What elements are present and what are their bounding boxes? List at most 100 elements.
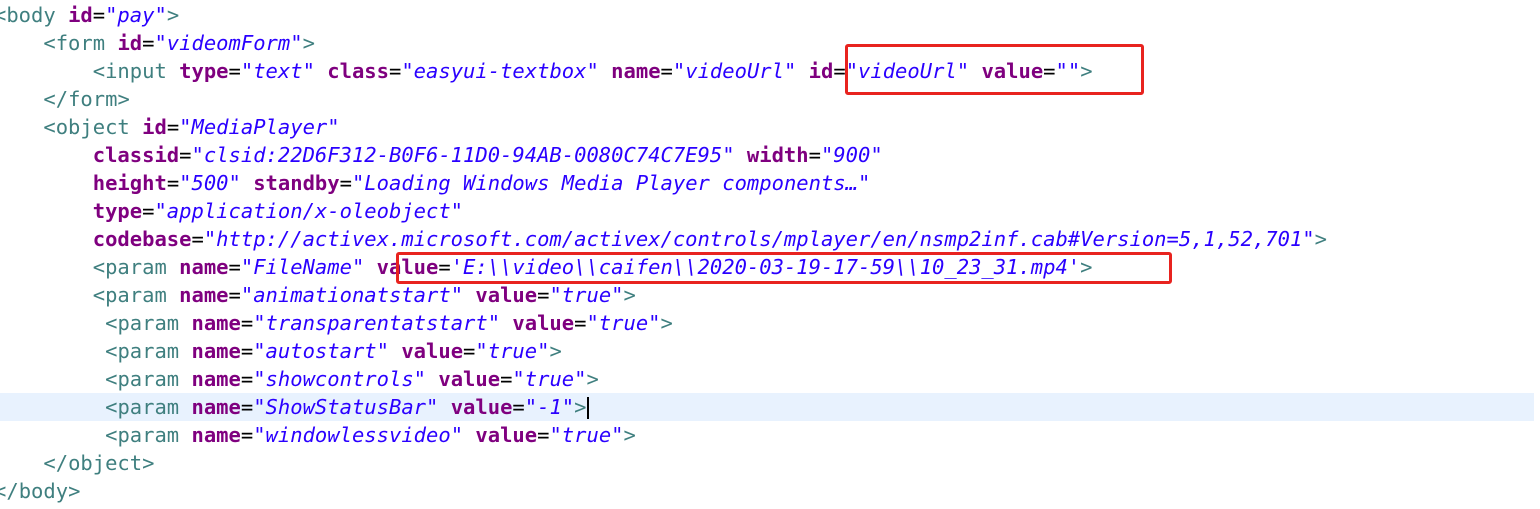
tag-delimiter: < <box>43 31 56 55</box>
code-line[interactable]: <param name="windowlessvideo" value="tru… <box>0 421 1534 449</box>
code-line[interactable]: <param name="FileName" value='E:\\video\… <box>0 253 1534 281</box>
attribute-name: id <box>68 3 93 27</box>
code-line-current[interactable]: <param name="ShowStatusBar" value="-1"> <box>0 393 1534 421</box>
attribute-name: value <box>475 423 538 447</box>
equals-sign: = <box>179 143 192 167</box>
code-line[interactable]: </body> <box>0 477 1534 505</box>
attribute-value: "transparentatstart" <box>253 311 501 335</box>
code-editor[interactable]: <body id="pay"> <form id="videomForm"> <… <box>0 0 1534 509</box>
attribute-name: name <box>191 311 241 335</box>
equals-sign: = <box>500 367 513 391</box>
attribute-name: class <box>327 59 389 83</box>
tag-name: body <box>18 479 69 503</box>
attribute-name: width <box>746 143 809 167</box>
attribute-name: classid <box>92 143 180 167</box>
attribute-value: "videoUrl" <box>845 59 970 83</box>
code-line[interactable]: <param name="showcontrols" value="true"> <box>0 365 1534 393</box>
code-line[interactable]: <param name="autostart" value="true"> <box>0 337 1534 365</box>
code-line[interactable]: <form id="videomForm"> <box>0 29 1534 57</box>
equals-sign: = <box>228 283 241 307</box>
tag-name: form <box>55 31 106 55</box>
code-line[interactable]: </object> <box>0 449 1534 477</box>
tag-name: object <box>55 115 130 139</box>
equals-sign: = <box>92 3 106 27</box>
attribute-value: "Loading Windows Media Player components… <box>351 171 871 195</box>
tag-delimiter: < <box>92 59 106 83</box>
tag-name: param <box>117 339 180 363</box>
tag-delimiter: > <box>166 3 180 27</box>
tag-delimiter: > <box>1080 255 1093 279</box>
code-line[interactable]: <body id="pay"> <box>0 1 1534 29</box>
equals-sign: = <box>228 59 241 83</box>
attribute-value: "true" <box>549 423 624 447</box>
tag-delimiter: > <box>1080 59 1093 83</box>
attribute-name: id <box>117 31 143 55</box>
tag-name: form <box>68 87 118 111</box>
attribute-name: name <box>179 255 229 279</box>
tag-delimiter: > <box>68 479 81 503</box>
attribute-name: name <box>191 395 241 419</box>
tag-name: param <box>117 395 180 419</box>
tag-delimiter: < <box>105 311 118 335</box>
code-line[interactable]: <param name="animationatstart" value="tr… <box>0 281 1534 309</box>
code-line[interactable]: codebase="http://activex.microsoft.com/a… <box>0 225 1534 253</box>
tag-delimiter: </ <box>43 451 69 475</box>
equals-sign: = <box>389 59 402 83</box>
attribute-name: type <box>179 59 229 83</box>
equals-sign: = <box>537 283 550 307</box>
code-line[interactable]: height="500" standby="Loading Windows Me… <box>0 169 1534 197</box>
attribute-name: id <box>808 59 834 83</box>
attribute-name: value <box>450 395 513 419</box>
text-cursor <box>587 397 590 419</box>
attribute-value: "true" <box>512 367 587 391</box>
attribute-value: "true" <box>549 283 624 307</box>
attribute-value: "clsid:22D6F312-B0F6-11D0-94AB-0080C74C7… <box>191 143 735 167</box>
attribute-name: name <box>611 59 661 83</box>
equals-sign: = <box>660 59 673 83</box>
equals-sign: = <box>574 311 587 335</box>
attribute-value: "" <box>1055 59 1081 83</box>
equals-sign: = <box>537 423 550 447</box>
attribute-value: "videomForm" <box>154 31 303 55</box>
attribute-value: "900" <box>820 143 883 167</box>
attribute-name: name <box>179 283 229 307</box>
equals-sign: = <box>1043 59 1056 83</box>
attribute-name: standby <box>253 171 340 195</box>
attribute-value: "ShowStatusBar" <box>253 395 439 419</box>
attribute-value: "500" <box>179 171 241 195</box>
equals-sign: = <box>240 395 254 419</box>
equals-sign: = <box>166 115 180 139</box>
code-line[interactable]: </form> <box>0 85 1534 113</box>
code-line[interactable]: <param name="transparentatstart" value="… <box>0 309 1534 337</box>
code-line[interactable]: <input type="text" class="easyui-textbox… <box>0 57 1534 85</box>
tag-delimiter: > <box>660 311 673 335</box>
code-line[interactable]: <object id="MediaPlayer" <box>0 113 1534 141</box>
code-line[interactable]: type="application/x-oleobject" <box>0 197 1534 225</box>
attribute-name: type <box>92 199 143 223</box>
attribute-name: codebase <box>92 227 192 251</box>
code-line[interactable]: classid="clsid:22D6F312-B0F6-11D0-94AB-0… <box>0 141 1534 169</box>
attribute-value: "-1" <box>524 395 575 419</box>
